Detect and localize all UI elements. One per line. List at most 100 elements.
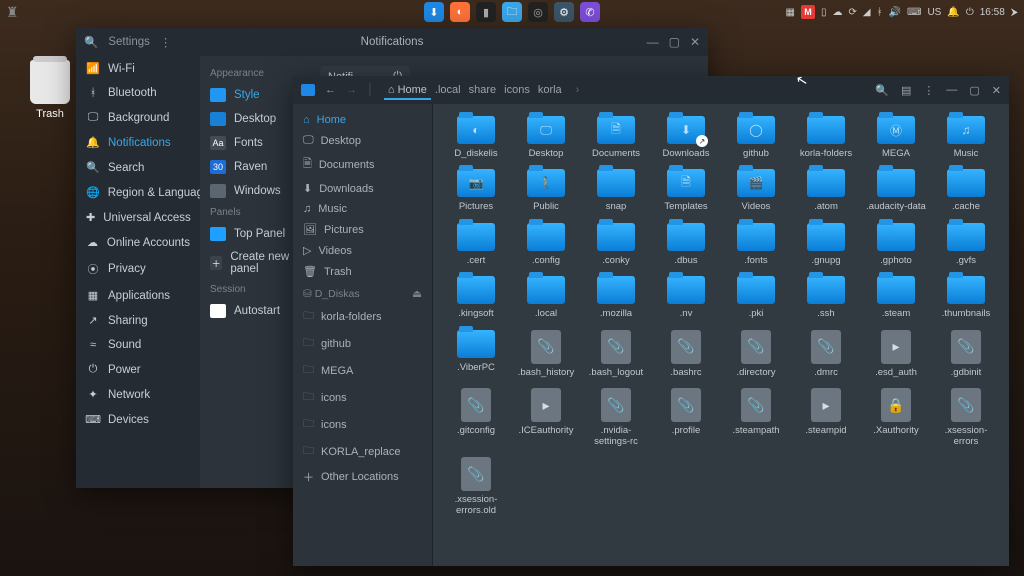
settings-titlebar[interactable]: 🔍 Settings ⋮ Notifications — ▢ ✕	[76, 28, 708, 56]
file-item[interactable]: .ssh	[793, 274, 859, 321]
file-item[interactable]: 📷Pictures	[443, 167, 509, 214]
minimize-button[interactable]: —	[647, 35, 659, 49]
file-item[interactable]: 📎.nvidia-settings-rc	[583, 386, 649, 449]
file-item[interactable]: .atom	[793, 167, 859, 214]
bookmark-item[interactable]: 🗀icons	[293, 384, 432, 411]
volume-icon[interactable]	[301, 84, 315, 96]
dock-circle-icon[interactable]: ◎	[528, 2, 548, 22]
dock-settings-icon[interactable]: ⚙	[554, 2, 574, 22]
file-item[interactable]: ▸.ICEauthority	[513, 386, 579, 449]
dock-download-icon[interactable]: ⬇	[424, 2, 444, 22]
file-item[interactable]: 🖵Desktop	[513, 114, 579, 161]
tray-notifications-icon[interactable]: 🔔	[947, 7, 959, 18]
settings-item-sharing[interactable]: ↗Sharing	[76, 308, 200, 333]
maximize-button[interactable]: ▢	[669, 35, 680, 49]
file-item[interactable]: korla-folders	[793, 114, 859, 161]
settings-item-network[interactable]: ✦Network	[76, 382, 200, 407]
file-item[interactable]: ⬇↗Downloads	[653, 114, 719, 161]
file-item[interactable]: .nv	[653, 274, 719, 321]
nav-forward-button[interactable]: →	[346, 84, 357, 96]
place-pictures[interactable]: 🖼Pictures	[293, 219, 432, 240]
tray-bluetooth-icon[interactable]: ᚼ	[877, 7, 883, 18]
file-item[interactable]: .gnupg	[793, 221, 859, 268]
file-item[interactable]: ◐D_diskelis	[443, 114, 509, 161]
tray-keyboard-icon[interactable]: ⌨	[907, 7, 921, 18]
file-item[interactable]: .cache	[933, 167, 999, 214]
file-item[interactable]: .steam	[863, 274, 929, 321]
file-item[interactable]: .pki	[723, 274, 789, 321]
bookmark-item[interactable]: 🗀korla-folders	[293, 303, 432, 330]
settings-item-wi-fi[interactable]: 📶Wi-Fi	[76, 56, 200, 81]
file-item[interactable]: .mozilla	[583, 274, 649, 321]
place-home[interactable]: ⌂Home	[293, 110, 432, 130]
bookmark-item[interactable]: 🗀icons	[293, 411, 432, 438]
file-item[interactable]: 📎.bashrc	[653, 328, 719, 380]
file-item[interactable]: ▸.steampid	[793, 386, 859, 449]
file-item[interactable]: .gvfs	[933, 221, 999, 268]
file-item[interactable]: .fonts	[723, 221, 789, 268]
disk-header[interactable]: ⛁ D_Diskas⏏	[293, 282, 432, 303]
file-item[interactable]: 📎.directory	[723, 328, 789, 380]
settings-item-bluetooth[interactable]: ᚼBluetooth	[76, 81, 200, 105]
file-item[interactable]: .thumbnails	[933, 274, 999, 321]
dock-firefox-icon[interactable]: ◐	[450, 2, 470, 22]
file-item[interactable]: ◯github	[723, 114, 789, 161]
place-documents[interactable]: 🗎Documents	[293, 151, 432, 178]
settings-item-region-language[interactable]: 🌐Region & Language	[76, 180, 200, 205]
other-locations[interactable]: ＋Other Locations	[293, 465, 432, 489]
place-music[interactable]: ♫Music	[293, 199, 432, 219]
file-item[interactable]: 🗎Documents	[583, 114, 649, 161]
tray-phone-icon[interactable]: ▯	[821, 7, 827, 18]
settings-item-sound[interactable]: ≈Sound	[76, 333, 200, 357]
tray-apps-icon[interactable]: ▦	[786, 7, 795, 18]
file-item[interactable]: ♫Music	[933, 114, 999, 161]
file-item[interactable]: .kingsoft	[443, 274, 509, 321]
place-videos[interactable]: ▷Videos	[293, 240, 432, 261]
file-item[interactable]: .cert	[443, 221, 509, 268]
close-button[interactable]: ✕	[690, 35, 700, 49]
settings-item-online-accounts[interactable]: ☁Online Accounts	[76, 230, 200, 255]
search-icon[interactable]: 🔍	[84, 35, 98, 49]
settings-item-background[interactable]: 🖵Background	[76, 105, 200, 130]
file-item[interactable]: 🎬Videos	[723, 167, 789, 214]
menu-icon[interactable]: ⋮	[160, 35, 172, 49]
tray-clock[interactable]: 16:58	[980, 7, 1005, 18]
file-item[interactable]: .gphoto	[863, 221, 929, 268]
file-item[interactable]: 🚶Public	[513, 167, 579, 214]
place-trash[interactable]: 🗑Trash	[293, 261, 432, 282]
desktop-trash[interactable]: Trash	[30, 60, 70, 120]
view-grid-button[interactable]: ▤	[901, 84, 911, 97]
file-item[interactable]: ⓂMEGA	[863, 114, 929, 161]
file-item[interactable]: 📎.profile	[653, 386, 719, 449]
tray-wifi-icon[interactable]: ◢	[863, 7, 871, 18]
bookmark-item[interactable]: 🗀MEGA	[293, 357, 432, 384]
file-item[interactable]: ▸.esd_auth	[863, 328, 929, 380]
file-item[interactable]: 📎.steampath	[723, 386, 789, 449]
settings-item-power[interactable]: ⏻Power	[76, 357, 200, 382]
file-item[interactable]: .ViberPC	[443, 328, 509, 380]
path-segment[interactable]: .local	[431, 82, 465, 98]
path-segment[interactable]: korla	[534, 82, 566, 98]
file-item[interactable]: 📎.xsession-errors.old	[443, 455, 509, 518]
file-item[interactable]: snap	[583, 167, 649, 214]
hamburger-menu-button[interactable]: ⋮	[923, 84, 934, 97]
path-segment[interactable]: ⌂ Home	[384, 82, 431, 100]
tray-sync-icon[interactable]: ⟳	[848, 7, 856, 18]
settings-item-notifications[interactable]: 🔔Notifications	[76, 130, 200, 155]
tray-power-icon[interactable]: ⏻	[966, 7, 974, 18]
search-icon[interactable]: 🔍	[875, 84, 889, 97]
files-view[interactable]: ◐D_diskelis🖵Desktop🗎Documents⬇↗Downloads…	[433, 104, 1009, 566]
settings-item-search[interactable]: 🔍Search	[76, 155, 200, 180]
maximize-button[interactable]: ▢	[969, 84, 979, 97]
file-item[interactable]: 📎.dmrc	[793, 328, 859, 380]
settings-item-devices[interactable]: ⌨Devices	[76, 407, 200, 432]
tray-chevron-icon[interactable]: ⮞	[1011, 7, 1018, 18]
place-downloads[interactable]: ⬇Downloads	[293, 178, 432, 199]
path-chevron-icon[interactable]: ›	[576, 84, 580, 96]
file-item[interactable]: 📎.bash_logout	[583, 328, 649, 380]
bookmark-item[interactable]: 🗀github	[293, 330, 432, 357]
close-button[interactable]: ✕	[992, 84, 1001, 97]
tray-mega-icon[interactable]: M	[801, 5, 815, 19]
tray-cloud-icon[interactable]: ☁	[832, 7, 842, 18]
minimize-button[interactable]: —	[946, 84, 957, 96]
